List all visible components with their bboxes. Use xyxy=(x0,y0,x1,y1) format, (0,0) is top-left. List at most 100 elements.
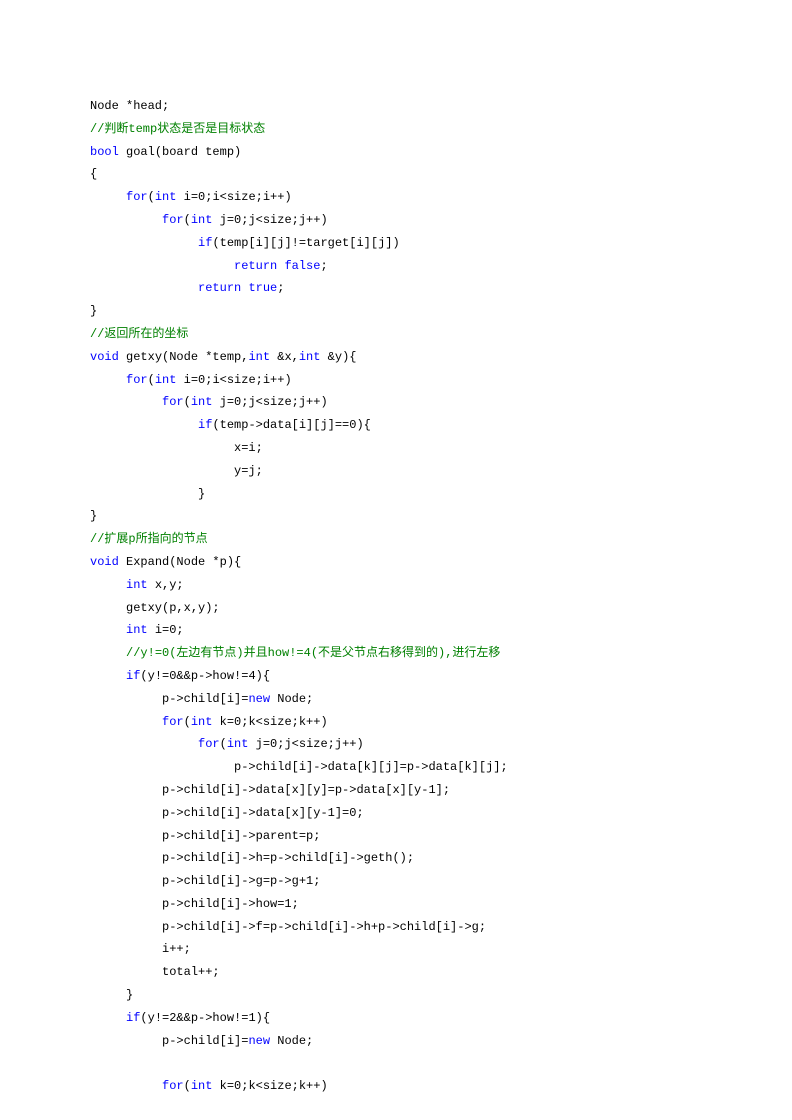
code-token: return xyxy=(234,259,277,273)
code-line: for(int j=0;j<size;j++) xyxy=(90,733,702,756)
code-token: for xyxy=(126,373,148,387)
code-line: p->child[i]->h=p->child[i]->geth(); xyxy=(90,847,702,870)
code-token xyxy=(90,395,162,409)
code-token: ( xyxy=(148,373,155,387)
code-token: i=0;i<size;i++) xyxy=(176,373,291,387)
code-line: int x,y; xyxy=(90,574,702,597)
code-token: ; xyxy=(277,281,284,295)
code-token: int xyxy=(126,578,148,592)
code-token: int xyxy=(126,623,148,637)
code-line: { xyxy=(90,163,702,186)
code-token: p->child[i]->data[x][y]=p->data[x][y-1]; xyxy=(90,783,450,797)
code-token: ; xyxy=(320,259,327,273)
code-line: p->child[i]->data[k][j]=p->data[k][j]; xyxy=(90,756,702,779)
code-line: y=j; xyxy=(90,460,702,483)
code-token: int xyxy=(191,715,213,729)
code-token xyxy=(90,236,198,250)
code-token: new xyxy=(248,1034,270,1048)
code-line: //扩展p所指向的节点 xyxy=(90,528,702,551)
code-token: ( xyxy=(220,737,227,751)
code-token: x=i; xyxy=(90,441,263,455)
code-token: goal(board temp) xyxy=(119,145,241,159)
code-token: if xyxy=(198,236,212,250)
code-token: int xyxy=(191,1079,213,1093)
code-token: total++; xyxy=(90,965,220,979)
code-token: i=0;i<size;i++) xyxy=(176,190,291,204)
code-token: p->child[i]->g=p->g+1; xyxy=(90,874,320,888)
code-token: } xyxy=(90,487,205,501)
code-line: p->child[i]->f=p->child[i]->h+p->child[i… xyxy=(90,916,702,939)
code-token: i++; xyxy=(90,942,191,956)
code-line: for(int i=0;i<size;i++) xyxy=(90,369,702,392)
code-token: p->child[i]->h=p->child[i]->geth(); xyxy=(90,851,414,865)
code-token: int xyxy=(191,213,213,227)
code-line: if(temp[i][j]!=target[i][j]) xyxy=(90,232,702,255)
code-token: for xyxy=(198,737,220,751)
code-token: getxy(p,x,y); xyxy=(90,601,220,615)
code-token: p->child[i]= xyxy=(90,1034,248,1048)
code-line: for(int k=0;k<size;k++) xyxy=(90,1075,702,1098)
code-line xyxy=(90,1052,702,1075)
code-token: false xyxy=(284,259,320,273)
code-token: void xyxy=(90,350,119,364)
code-token: j=0;j<size;j++) xyxy=(212,395,327,409)
code-token: //返回所在的坐标 xyxy=(90,327,188,341)
code-line: Node *head; xyxy=(90,95,702,118)
code-block: Node *head; //判断temp状态是否是目标状态 bool goal(bo… xyxy=(90,95,702,1098)
code-token: //扩展p所指向的节点 xyxy=(90,532,208,546)
code-token xyxy=(90,1079,162,1093)
code-token: j=0;j<size;j++) xyxy=(212,213,327,227)
code-token: ( xyxy=(184,715,191,729)
code-token: p->child[i]->data[x][y-1]=0; xyxy=(90,806,364,820)
code-line: if(y!=2&&p->how!=1){ xyxy=(90,1007,702,1030)
code-token: i=0; xyxy=(148,623,184,637)
code-token xyxy=(90,281,198,295)
code-page: Node *head; //判断temp状态是否是目标状态 bool goal(bo… xyxy=(0,0,792,1120)
code-token: int xyxy=(191,395,213,409)
code-token xyxy=(90,623,126,637)
code-token: getxy(Node *temp, xyxy=(119,350,249,364)
code-token: x,y; xyxy=(148,578,184,592)
code-token: ( xyxy=(184,213,191,227)
code-token: //判断temp状态是否是目标状态 xyxy=(90,122,265,136)
code-line: return false; xyxy=(90,255,702,278)
code-token xyxy=(90,646,126,660)
code-line: //y!=0(左边有节点)并且how!=4(不是父节点右移得到的),进行左移 xyxy=(90,642,702,665)
code-token: for xyxy=(162,1079,184,1093)
code-token: y=j; xyxy=(90,464,263,478)
code-token: (y!=0&&p->how!=4){ xyxy=(140,669,270,683)
code-token: bool xyxy=(90,145,119,159)
code-line: } xyxy=(90,505,702,528)
code-line: i++; xyxy=(90,938,702,961)
code-line: for(int j=0;j<size;j++) xyxy=(90,391,702,414)
code-token: } xyxy=(90,304,97,318)
code-token: k=0;k<size;k++) xyxy=(212,1079,327,1093)
code-token: for xyxy=(126,190,148,204)
code-line: } xyxy=(90,483,702,506)
code-token xyxy=(90,715,162,729)
code-token xyxy=(90,259,234,273)
code-line: p->child[i]->data[x][y]=p->data[x][y-1]; xyxy=(90,779,702,802)
code-token: int xyxy=(299,350,321,364)
code-token: if xyxy=(126,1011,140,1025)
code-token: } xyxy=(90,988,133,1002)
code-token: Node; xyxy=(270,692,313,706)
code-token: p->child[i]->how=1; xyxy=(90,897,299,911)
code-line: } xyxy=(90,300,702,323)
code-token: (y!=2&&p->how!=1){ xyxy=(140,1011,270,1025)
code-token xyxy=(90,213,162,227)
code-token: if xyxy=(126,669,140,683)
code-line: return true; xyxy=(90,277,702,300)
code-token: { xyxy=(90,167,97,181)
code-token: new xyxy=(248,692,270,706)
code-token xyxy=(90,737,198,751)
code-line: void getxy(Node *temp,int &x,int &y){ xyxy=(90,346,702,369)
code-token: int xyxy=(155,190,177,204)
code-token: return xyxy=(198,281,241,295)
code-token: for xyxy=(162,213,184,227)
code-line: //判断temp状态是否是目标状态 xyxy=(90,118,702,141)
code-token: } xyxy=(90,509,97,523)
code-token: //y!=0(左边有节点)并且how!=4(不是父节点右移得到的),进行左移 xyxy=(126,646,500,660)
code-token: ( xyxy=(184,1079,191,1093)
code-token: &x, xyxy=(270,350,299,364)
